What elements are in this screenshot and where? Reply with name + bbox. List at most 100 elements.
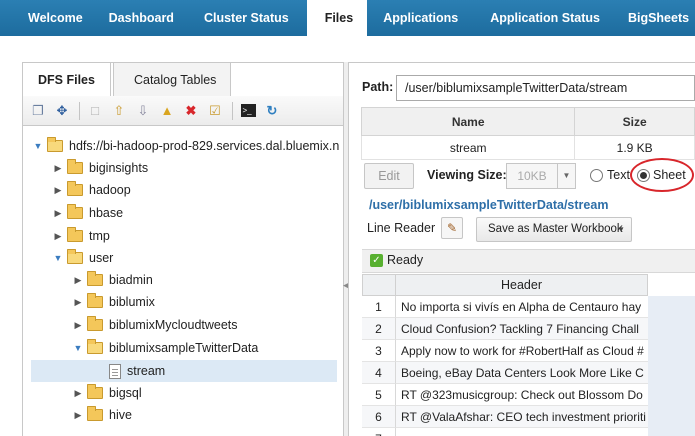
tree-node-label: biblumix xyxy=(109,295,155,309)
folder-icon xyxy=(87,406,103,421)
delete-icon[interactable]: ✖ xyxy=(180,100,202,122)
viewing-size-value: 10KB xyxy=(517,169,547,183)
tree-node-biblumixmycloudtweets[interactable]: ▶ biblumixMycloudtweets xyxy=(71,314,238,336)
table-row[interactable]: 3 Apply now to work for #RobertHalf as C… xyxy=(362,340,648,362)
caret-right-icon[interactable]: ▶ xyxy=(51,202,65,224)
column-header-name[interactable]: Name xyxy=(360,107,576,136)
caret-right-icon[interactable]: ▶ xyxy=(51,179,65,201)
row-number: 4 xyxy=(362,362,396,384)
path-label: Path: xyxy=(362,80,394,94)
status-text: Ready xyxy=(387,253,424,267)
column-header-size[interactable]: Size xyxy=(574,107,695,136)
row-number: 7 xyxy=(362,428,396,436)
table-row[interactable]: 5 RT @323musicgroup: Check out Blossom D… xyxy=(362,384,648,406)
table-row[interactable]: 7 xyxy=(362,428,648,436)
row-number: 2 xyxy=(362,318,396,340)
upload-icon[interactable]: ⇧ xyxy=(108,100,130,122)
edit-button[interactable]: Edit xyxy=(364,163,414,189)
caret-right-icon[interactable]: ▶ xyxy=(71,291,85,313)
sheet-cell[interactable]: RT @323musicgroup: Check out Blossom Do xyxy=(396,384,648,406)
table-row[interactable]: stream 1.9 KB xyxy=(360,135,695,160)
tab-applications[interactable]: Applications xyxy=(367,0,472,36)
move-icon[interactable]: ✥ xyxy=(51,100,73,122)
check-icon: ✓ xyxy=(370,254,383,267)
tree-node-label: biblumixMycloudtweets xyxy=(109,318,238,332)
tree-node-label: biadmin xyxy=(109,273,153,287)
sheet-cell[interactable]: Apply now to work for #RobertHalf as Clo… xyxy=(396,340,648,362)
file-toolbar: ❐ ✥ □ ⇧ ⇩ ▲ ✖ ☑ >_ ↻ xyxy=(22,96,344,126)
caret-down-icon[interactable]: ▼ xyxy=(51,247,65,269)
table-row[interactable]: 1 No importa si vivís en Alpha de Centau… xyxy=(362,296,648,318)
caret-right-icon[interactable]: ▶ xyxy=(71,404,85,426)
tab-welcome[interactable]: Welcome xyxy=(0,0,97,36)
save-as-master-workbook-button[interactable]: Save as Master Workbook ▼ xyxy=(476,217,632,242)
column-header[interactable]: Header xyxy=(396,274,648,296)
tab-cluster-status[interactable]: Cluster Status xyxy=(186,0,307,36)
folder-icon xyxy=(87,316,103,331)
sheet-cell[interactable] xyxy=(396,428,648,436)
caret-down-icon[interactable]: ▼ xyxy=(71,337,85,359)
pencil-icon[interactable]: ✎ xyxy=(441,217,463,239)
folder-open-icon xyxy=(67,249,83,264)
sheet-cell[interactable]: RT @ValaAfshar: CEO tech investment prio… xyxy=(396,406,648,428)
tree-node-biblumixsampletwitterdata[interactable]: ▼ biblumixsampleTwitterData xyxy=(71,337,258,359)
tree-node-hive[interactable]: ▶ hive xyxy=(71,404,132,426)
tab-application-status[interactable]: Application Status xyxy=(472,0,616,36)
table-row[interactable]: 4 Boeing, eBay Data Centers Look More Li… xyxy=(362,362,648,384)
folder-icon xyxy=(87,384,103,399)
table-row[interactable]: 6 RT @ValaAfshar: CEO tech investment pr… xyxy=(362,406,648,428)
caret-right-icon[interactable]: ▶ xyxy=(51,225,65,247)
download-icon[interactable]: ⇩ xyxy=(132,100,154,122)
caret-right-icon[interactable]: ▶ xyxy=(51,157,65,179)
tree-node-biblumix[interactable]: ▶ biblumix xyxy=(71,291,155,313)
tree-node-label: tmp xyxy=(89,229,110,243)
tree-node-label: hbase xyxy=(89,206,124,220)
text-view-radio[interactable] xyxy=(590,169,603,182)
sheet-cell[interactable]: Boeing, eBay Data Centers Look More Like… xyxy=(396,362,648,384)
refresh-icon[interactable]: ↻ xyxy=(261,100,283,122)
caret-right-icon[interactable]: ▶ xyxy=(71,269,85,291)
tree-node-label: biginsights xyxy=(89,161,149,175)
table-row[interactable]: 2 Cloud Confusion? Tackling 7 Financing … xyxy=(362,318,648,340)
row-number: 6 xyxy=(362,406,396,428)
chevron-down-icon[interactable]: ▼ xyxy=(617,218,625,241)
tab-files[interactable]: Files xyxy=(306,0,368,36)
open-folder-icon[interactable]: ▲ xyxy=(156,100,178,122)
row-number: 5 xyxy=(362,384,396,406)
new-folder-icon[interactable]: □ xyxy=(84,100,106,122)
left-tabs: DFS Files Catalog Tables xyxy=(22,62,233,97)
tree-node-label: biblumixsampleTwitterData xyxy=(109,341,259,355)
folder-icon xyxy=(67,204,83,219)
sheet-grid: Header 1 No importa si vivís en Alpha de… xyxy=(362,274,695,436)
copy-icon[interactable]: ❐ xyxy=(27,100,49,122)
caret-right-icon[interactable]: ▶ xyxy=(71,382,85,404)
sheet-cell[interactable]: Cloud Confusion? Tackling 7 Financing Ch… xyxy=(396,318,648,340)
tree-node-biadmin[interactable]: ▶ biadmin xyxy=(71,269,153,291)
terminal-icon[interactable]: >_ xyxy=(237,100,259,122)
chevron-down-icon[interactable]: ▼ xyxy=(557,164,575,188)
tree-node-stream[interactable]: stream xyxy=(31,360,337,382)
tree-node-label: hadoop xyxy=(89,183,131,197)
tree-node-user[interactable]: ▼ user xyxy=(51,247,113,269)
tree-node-label: stream xyxy=(127,364,166,378)
tree-node-bigsql[interactable]: ▶ bigsql xyxy=(71,382,142,404)
tab-catalog-tables[interactable]: Catalog Tables xyxy=(112,62,232,96)
tree-node-tmp[interactable]: ▶ tmp xyxy=(51,225,110,247)
tree-node-biginsights[interactable]: ▶ biginsights xyxy=(51,157,148,179)
viewing-size-label: Viewing Size: xyxy=(427,168,507,182)
caret-right-icon[interactable]: ▶ xyxy=(71,314,85,336)
sheet-corner[interactable] xyxy=(362,274,396,296)
sheet-cell[interactable]: No importa si vivís en Alpha de Centauro… xyxy=(396,296,648,318)
tab-bigsheets[interactable]: BigSheets xyxy=(616,0,695,36)
tree-node-label: hdfs://bi-hadoop-prod-829.services.dal.b… xyxy=(69,139,340,153)
tree-node-hadoop[interactable]: ▶ hadoop xyxy=(51,179,131,201)
tab-dashboard[interactable]: Dashboard xyxy=(97,0,186,36)
tree-node-hbase[interactable]: ▶ hbase xyxy=(51,202,123,224)
caret-down-icon[interactable]: ▼ xyxy=(31,135,45,157)
permissions-icon[interactable]: ☑ xyxy=(204,100,226,122)
tab-dfs-files[interactable]: DFS Files xyxy=(22,62,111,97)
path-input[interactable] xyxy=(396,75,695,101)
folder-icon xyxy=(87,271,103,286)
viewing-size-select[interactable]: 10KB ▼ xyxy=(506,163,576,189)
tree-node-root[interactable]: ▼ hdfs://bi-hadoop-prod-829.services.dal… xyxy=(31,135,339,157)
